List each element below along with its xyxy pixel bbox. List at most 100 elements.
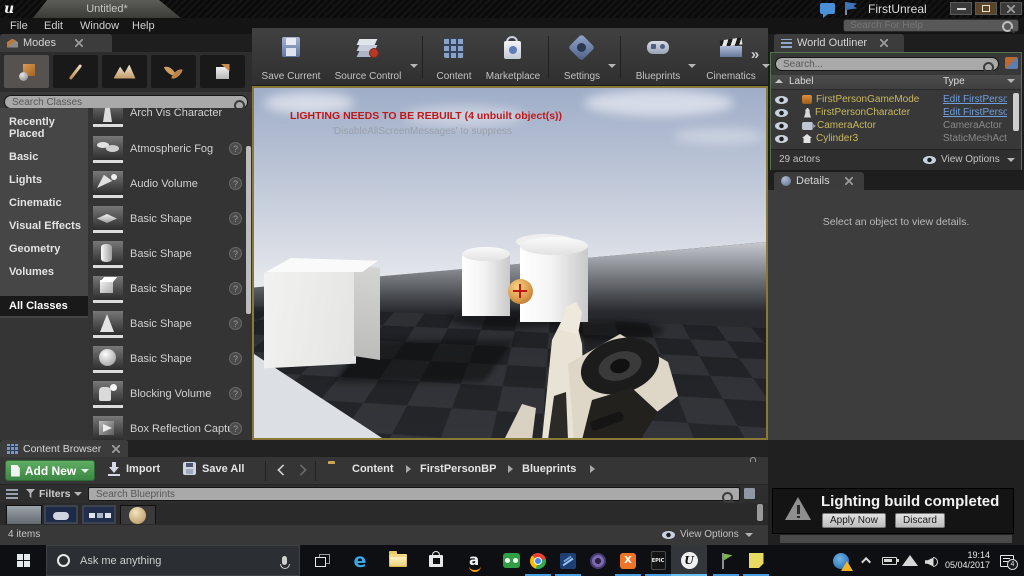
taskbar-amazon[interactable]: a [456, 545, 492, 576]
breadcrumb-blueprints[interactable]: Blueprints [522, 463, 576, 475]
blueprints-button[interactable]: Blueprints [626, 34, 690, 84]
white-cube-side[interactable] [354, 264, 380, 360]
close-outliner-tab-icon[interactable] [880, 39, 888, 47]
outliner-row-cylinder3[interactable]: Cylinder3 StaticMeshActo [771, 132, 1009, 145]
class-row-basic-shape-plane[interactable]: Basic Shape ? [88, 203, 252, 238]
chat-bubble-icon[interactable] [820, 3, 835, 14]
class-help-icon[interactable]: ? [229, 142, 242, 155]
menu-file[interactable]: File [10, 20, 28, 32]
menu-window[interactable]: Window [80, 20, 119, 32]
category-visual-effects[interactable]: Visual Effects [9, 220, 81, 232]
start-button[interactable] [0, 545, 46, 576]
save-current-button[interactable]: Save Current [258, 34, 324, 84]
taskbar-media-app[interactable] [581, 545, 615, 576]
close-content-browser-tab-icon[interactable] [112, 445, 120, 453]
category-lights[interactable]: Lights [9, 174, 42, 186]
asset-thumbnail-hud-bp[interactable] [82, 505, 116, 524]
taskbar-design-app[interactable] [551, 545, 585, 576]
outliner-row-firstpersongamemode[interactable]: FirstPersonGameMode Edit FirstPerso [771, 93, 1009, 106]
source-control-button[interactable]: Source Control [324, 34, 412, 84]
marketplace-button[interactable]: Marketplace [478, 34, 548, 84]
geometry-mode-button[interactable] [200, 55, 245, 88]
category-all-classes[interactable]: All Classes [0, 296, 88, 316]
outliner-scrollbar[interactable] [1013, 93, 1019, 131]
breadcrumb-content[interactable]: Content [352, 463, 394, 475]
taskbar-flag-app[interactable] [709, 545, 743, 576]
class-list-scrollbar[interactable] [246, 146, 251, 314]
save-all-button[interactable]: Save All [183, 462, 244, 475]
level-viewport[interactable]: LIGHTING NEEDS TO BE REBUILT (4 unbuilt … [252, 86, 768, 440]
sort-ascending-icon[interactable] [775, 79, 783, 83]
menu-help[interactable]: Help [132, 20, 155, 32]
outliner-row-firstpersoncharacter[interactable]: FirstPersonCharacter Edit FirstPerso [771, 106, 1009, 119]
tray-wifi[interactable] [900, 545, 920, 576]
action-center-button[interactable]: 4 [992, 545, 1022, 576]
tray-battery[interactable] [876, 545, 902, 576]
discard-button[interactable]: Discard [895, 513, 945, 528]
class-help-icon[interactable]: ? [229, 177, 242, 190]
settings-dropdown-icon[interactable] [608, 64, 616, 68]
add-filter-icon[interactable] [1005, 57, 1018, 69]
taskbar-sticky-notes[interactable] [739, 545, 773, 576]
cortana-search-box[interactable]: Ask me anything [46, 545, 300, 576]
minimize-button[interactable] [950, 2, 972, 15]
white-cube-front[interactable] [264, 268, 356, 369]
close-modes-tab-icon[interactable] [75, 39, 83, 47]
document-tab[interactable]: Untitled* [33, 0, 181, 18]
close-details-tab-icon[interactable] [845, 177, 853, 185]
tab-world-outliner[interactable]: World Outliner [774, 34, 904, 52]
column-label[interactable]: Label [789, 76, 813, 87]
tab-details[interactable]: Details [774, 172, 864, 190]
back-arrow-icon[interactable] [277, 464, 288, 475]
class-row-basic-shape-cone[interactable]: Basic Shape ? [88, 308, 252, 343]
flag-icon[interactable] [845, 2, 857, 15]
place-mode-button[interactable] [4, 55, 49, 88]
category-volumes[interactable]: Volumes [9, 266, 54, 278]
restore-button[interactable] [975, 2, 997, 15]
apply-now-button[interactable]: Apply Now [822, 513, 886, 528]
taskbar-clock[interactable]: 19:14 05/04/2017 [938, 550, 990, 570]
menu-edit[interactable]: Edit [44, 20, 63, 32]
class-help-icon[interactable]: ? [229, 352, 242, 365]
visibility-eye-icon[interactable] [775, 96, 788, 104]
content-view-options[interactable]: View Options [680, 529, 739, 540]
class-help-icon[interactable]: ? [229, 387, 242, 400]
visibility-eye-icon[interactable] [775, 135, 788, 143]
class-row-atmospheric-fog[interactable]: Atmospheric Fog ? [88, 133, 252, 168]
microphone-icon[interactable] [282, 556, 287, 565]
tray-overflow-button[interactable] [858, 545, 876, 576]
breadcrumb-firstpersonbp[interactable]: FirstPersonBP [420, 463, 496, 475]
paint-mode-button[interactable] [53, 55, 98, 88]
category-basic[interactable]: Basic [9, 151, 38, 163]
visibility-eye-icon[interactable] [775, 109, 788, 117]
visibility-eye-icon[interactable] [775, 122, 788, 130]
class-row-blocking-volume[interactable]: Blocking Volume ? [88, 378, 252, 413]
help-search-input[interactable] [843, 19, 1019, 32]
toolbar-overflow-button[interactable]: » [747, 40, 763, 70]
content-browser-search-input[interactable] [88, 487, 740, 501]
outliner-search-input[interactable] [775, 57, 999, 71]
taskbar-unreal-engine[interactable]: U [671, 545, 707, 576]
asset-thumbnail-character-bp[interactable] [44, 505, 78, 524]
tab-content-browser[interactable]: Content Browser [0, 440, 128, 457]
foliage-mode-button[interactable] [151, 55, 196, 88]
asset-thumbnail-sphere[interactable] [120, 505, 156, 526]
class-help-icon[interactable]: ? [229, 247, 242, 260]
landscape-mode-button[interactable] [102, 55, 147, 88]
outliner-row-cameraactor[interactable]: CameraActor CameraActor [771, 119, 1009, 132]
class-row-basic-shape-cube[interactable]: Basic Shape ? [88, 273, 252, 308]
filters-button[interactable]: Filters [39, 488, 71, 500]
class-help-icon[interactable]: ? [229, 282, 242, 295]
class-row-arch-vis-character[interactable]: Arch Vis Character [88, 108, 252, 132]
class-row-box-reflection-capture[interactable]: Box Reflection Captur ? [88, 413, 252, 440]
class-help-icon[interactable]: ? [229, 212, 242, 225]
class-row-basic-shape-sphere[interactable]: Basic Shape ? [88, 343, 252, 378]
settings-button[interactable]: Settings [554, 34, 610, 84]
class-help-icon[interactable]: ? [229, 317, 242, 330]
content-button[interactable]: Content [428, 34, 480, 84]
category-cinematic[interactable]: Cinematic [9, 197, 62, 209]
taskbar-xampp[interactable]: X [611, 545, 645, 576]
class-row-audio-volume[interactable]: Audio Volume ? [88, 168, 252, 203]
blueprints-dropdown-icon[interactable] [688, 64, 696, 68]
taskbar-file-explorer[interactable] [380, 545, 416, 576]
